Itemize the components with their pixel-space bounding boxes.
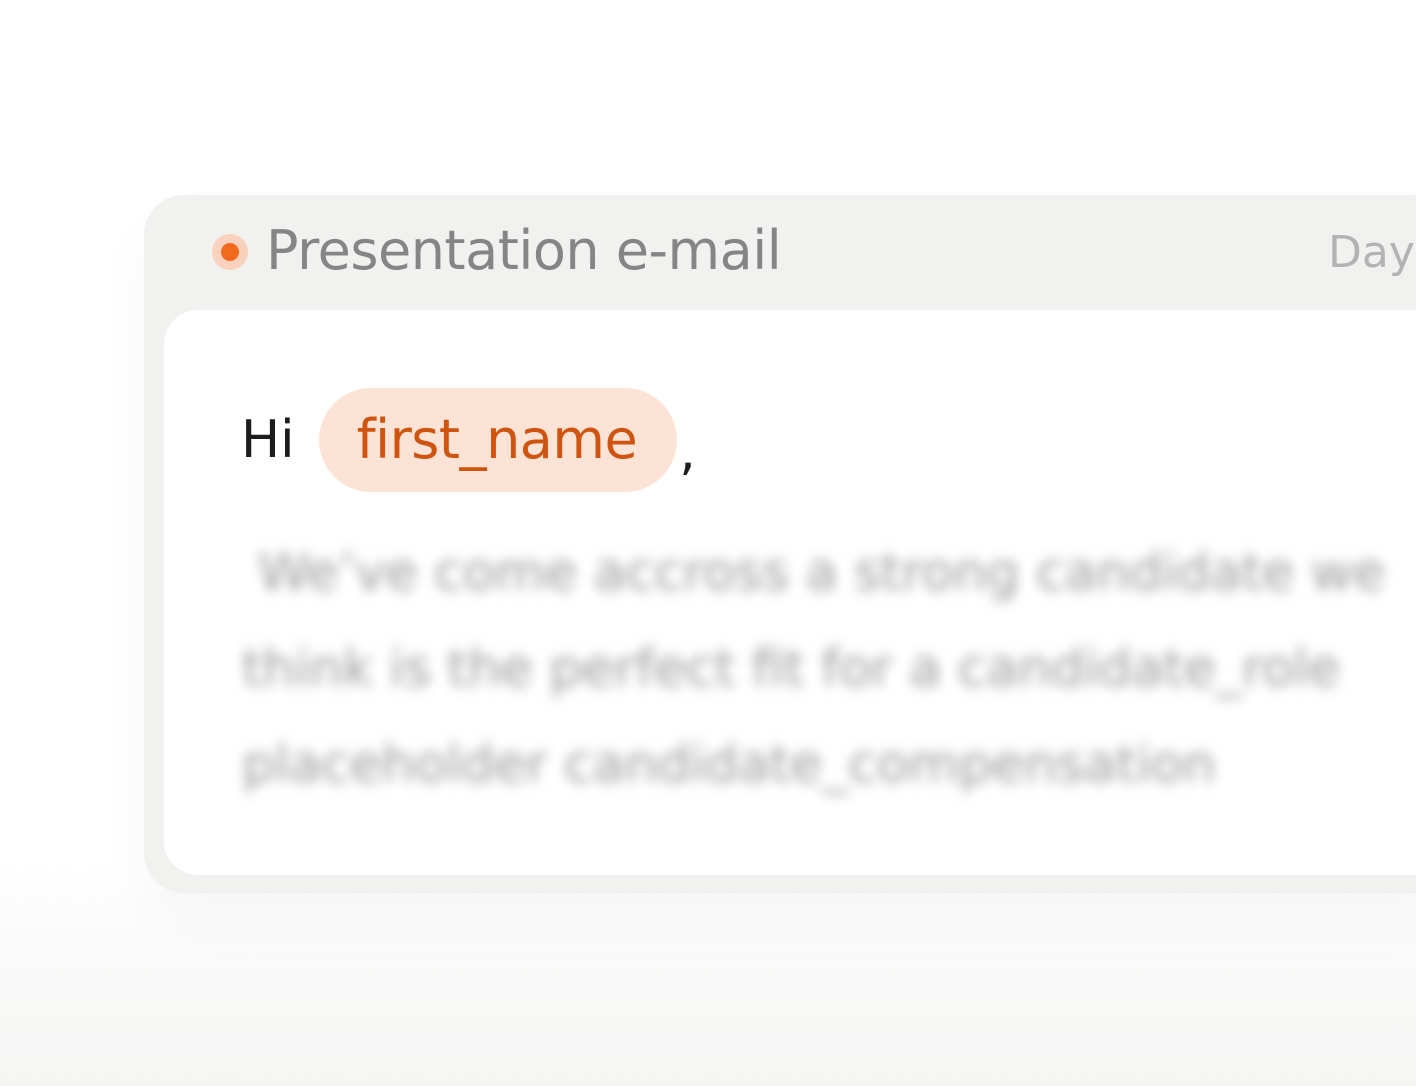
blurred-line: think is the perfect fit for a candidate… — [242, 639, 1341, 699]
greeting-line: Hi first_name , — [241, 388, 696, 492]
blurred-line: We’ve come accross a strong candidate we — [258, 543, 1386, 603]
blurred-line: placeholder candidate_compensation — [242, 735, 1216, 795]
email-step-card[interactable]: Presentation e-mail Day Hi first_name , … — [144, 195, 1416, 893]
greeting-text: Hi — [241, 410, 295, 470]
status-dot-icon — [212, 234, 248, 270]
bottom-fade — [0, 886, 1416, 1086]
email-body[interactable]: Hi first_name , We’ve come accross a str… — [164, 310, 1416, 875]
first-name-variable-chip[interactable]: first_name — [318, 388, 678, 492]
card-header: Presentation e-mail Day — [144, 195, 1416, 309]
blurred-message-body: We’ve come accross a strong candidate we… — [242, 525, 1416, 813]
greeting-punctuation: , — [679, 422, 696, 482]
day-label: Day — [1328, 227, 1415, 278]
card-title: Presentation e-mail — [266, 219, 782, 282]
